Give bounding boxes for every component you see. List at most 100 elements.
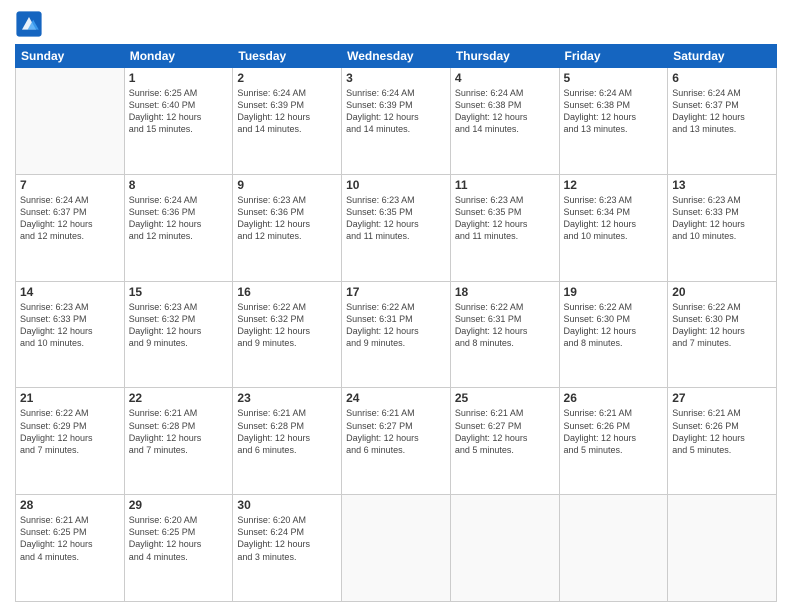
cell-content: Sunrise: 6:21 AM Sunset: 6:27 PM Dayligh…: [346, 407, 446, 456]
calendar-cell: 23 Sunrise: 6:21 AM Sunset: 6:28 PM Dayli…: [233, 388, 342, 495]
calendar-cell: 13Sunrise: 6:23 AM Sunset: 6:33 PM Dayli…: [668, 174, 777, 281]
day-number: 30: [237, 498, 337, 512]
weekday-header-cell: Thursday: [450, 45, 559, 68]
day-number: 22: [129, 391, 229, 405]
cell-content: Sunrise: 6:21 AM Sunset: 6:28 PM Dayligh…: [129, 407, 229, 456]
cell-content: Sunrise: 6:21 AM Sunset: 6:26 PM Dayligh…: [672, 407, 772, 456]
cell-content: Sunrise: 6:24 AM Sunset: 6:38 PM Dayligh…: [564, 87, 664, 136]
calendar-week-row: 1Sunrise: 6:25 AM Sunset: 6:40 PM Daylig…: [16, 68, 777, 175]
calendar-cell: 2 Sunrise: 6:24 AM Sunset: 6:39 PM Daylig…: [233, 68, 342, 175]
calendar-cell: [16, 68, 125, 175]
weekday-header-cell: Wednesday: [342, 45, 451, 68]
calendar-table: SundayMondayTuesdayWednesdayThursdayFrid…: [15, 44, 777, 602]
day-number: 18: [455, 285, 555, 299]
calendar-cell: 25 Sunrise: 6:21 AM Sunset: 6:27 PM Dayli…: [450, 388, 559, 495]
calendar-cell: 22 Sunrise: 6:21 AM Sunset: 6:28 PM Dayli…: [124, 388, 233, 495]
cell-content: Sunrise: 6:23 AM Sunset: 6:34 PM Dayligh…: [564, 194, 664, 243]
cell-content: Sunrise: 6:24 AM Sunset: 6:39 PM Dayligh…: [346, 87, 446, 136]
calendar-cell: 14 Sunrise: 6:23 AM Sunset: 6:33 PM Dayli…: [16, 281, 125, 388]
calendar-cell: 1Sunrise: 6:25 AM Sunset: 6:40 PM Daylig…: [124, 68, 233, 175]
weekday-header-cell: Saturday: [668, 45, 777, 68]
calendar-cell: 24Sunrise: 6:21 AM Sunset: 6:27 PM Dayli…: [342, 388, 451, 495]
day-number: 17: [346, 285, 446, 299]
calendar-cell: 6 Sunrise: 6:24 AM Sunset: 6:37 PM Daylig…: [668, 68, 777, 175]
calendar-cell: 21Sunrise: 6:22 AM Sunset: 6:29 PM Dayli…: [16, 388, 125, 495]
calendar-cell: 12 Sunrise: 6:23 AM Sunset: 6:34 PM Dayli…: [559, 174, 668, 281]
day-number: 26: [564, 391, 664, 405]
calendar-cell: [668, 495, 777, 602]
calendar-week-row: 28 Sunrise: 6:21 AM Sunset: 6:25 PM Dayli…: [16, 495, 777, 602]
weekday-header-cell: Monday: [124, 45, 233, 68]
calendar-cell: 30 Sunrise: 6:20 AM Sunset: 6:24 PM Dayli…: [233, 495, 342, 602]
day-number: 19: [564, 285, 664, 299]
cell-content: Sunrise: 6:24 AM Sunset: 6:37 PM Dayligh…: [20, 194, 120, 243]
day-number: 3: [346, 71, 446, 85]
day-number: 10: [346, 178, 446, 192]
page: SundayMondayTuesdayWednesdayThursdayFrid…: [0, 0, 792, 612]
cell-content: Sunrise: 6:24 AM Sunset: 6:36 PM Dayligh…: [129, 194, 229, 243]
calendar-cell: 4 Sunrise: 6:24 AM Sunset: 6:38 PM Daylig…: [450, 68, 559, 175]
calendar-cell: 19 Sunrise: 6:22 AM Sunset: 6:30 PM Dayli…: [559, 281, 668, 388]
cell-content: Sunrise: 6:24 AM Sunset: 6:39 PM Dayligh…: [237, 87, 337, 136]
day-number: 11: [455, 178, 555, 192]
day-number: 2: [237, 71, 337, 85]
cell-content: Sunrise: 6:21 AM Sunset: 6:25 PM Dayligh…: [20, 514, 120, 563]
cell-content: Sunrise: 6:24 AM Sunset: 6:38 PM Dayligh…: [455, 87, 555, 136]
calendar-cell: 29Sunrise: 6:20 AM Sunset: 6:25 PM Dayli…: [124, 495, 233, 602]
calendar-week-row: 7 Sunrise: 6:24 AM Sunset: 6:37 PM Daylig…: [16, 174, 777, 281]
calendar-cell: 26 Sunrise: 6:21 AM Sunset: 6:26 PM Dayli…: [559, 388, 668, 495]
calendar-cell: 17 Sunrise: 6:22 AM Sunset: 6:31 PM Dayli…: [342, 281, 451, 388]
cell-content: Sunrise: 6:23 AM Sunset: 6:32 PM Dayligh…: [129, 301, 229, 350]
calendar-cell: 3 Sunrise: 6:24 AM Sunset: 6:39 PM Daylig…: [342, 68, 451, 175]
calendar-cell: 28 Sunrise: 6:21 AM Sunset: 6:25 PM Dayli…: [16, 495, 125, 602]
calendar-cell: [342, 495, 451, 602]
day-number: 4: [455, 71, 555, 85]
cell-content: Sunrise: 6:23 AM Sunset: 6:33 PM Dayligh…: [20, 301, 120, 350]
day-number: 16: [237, 285, 337, 299]
calendar-cell: 10 Sunrise: 6:23 AM Sunset: 6:35 PM Dayli…: [342, 174, 451, 281]
day-number: 28: [20, 498, 120, 512]
cell-content: Sunrise: 6:23 AM Sunset: 6:33 PM Dayligh…: [672, 194, 772, 243]
cell-content: Sunrise: 6:21 AM Sunset: 6:26 PM Dayligh…: [564, 407, 664, 456]
calendar-week-row: 14 Sunrise: 6:23 AM Sunset: 6:33 PM Dayli…: [16, 281, 777, 388]
day-number: 14: [20, 285, 120, 299]
day-number: 29: [129, 498, 229, 512]
calendar-cell: 5 Sunrise: 6:24 AM Sunset: 6:38 PM Daylig…: [559, 68, 668, 175]
calendar-cell: 18 Sunrise: 6:22 AM Sunset: 6:31 PM Dayli…: [450, 281, 559, 388]
day-number: 25: [455, 391, 555, 405]
cell-content: Sunrise: 6:22 AM Sunset: 6:30 PM Dayligh…: [672, 301, 772, 350]
logo: [15, 10, 45, 38]
cell-content: Sunrise: 6:22 AM Sunset: 6:31 PM Dayligh…: [346, 301, 446, 350]
weekday-header-row: SundayMondayTuesdayWednesdayThursdayFrid…: [16, 45, 777, 68]
cell-content: Sunrise: 6:24 AM Sunset: 6:37 PM Dayligh…: [672, 87, 772, 136]
cell-content: Sunrise: 6:23 AM Sunset: 6:35 PM Dayligh…: [455, 194, 555, 243]
day-number: 6: [672, 71, 772, 85]
weekday-header-cell: Friday: [559, 45, 668, 68]
cell-content: Sunrise: 6:23 AM Sunset: 6:36 PM Dayligh…: [237, 194, 337, 243]
day-number: 5: [564, 71, 664, 85]
calendar-cell: 8 Sunrise: 6:24 AM Sunset: 6:36 PM Daylig…: [124, 174, 233, 281]
weekday-header-cell: Tuesday: [233, 45, 342, 68]
day-number: 9: [237, 178, 337, 192]
calendar-cell: 9 Sunrise: 6:23 AM Sunset: 6:36 PM Daylig…: [233, 174, 342, 281]
calendar-cell: 7 Sunrise: 6:24 AM Sunset: 6:37 PM Daylig…: [16, 174, 125, 281]
cell-content: Sunrise: 6:22 AM Sunset: 6:32 PM Dayligh…: [237, 301, 337, 350]
cell-content: Sunrise: 6:23 AM Sunset: 6:35 PM Dayligh…: [346, 194, 446, 243]
day-number: 21: [20, 391, 120, 405]
day-number: 23: [237, 391, 337, 405]
cell-content: Sunrise: 6:20 AM Sunset: 6:24 PM Dayligh…: [237, 514, 337, 563]
weekday-header-cell: Sunday: [16, 45, 125, 68]
day-number: 8: [129, 178, 229, 192]
calendar-cell: 11 Sunrise: 6:23 AM Sunset: 6:35 PM Dayli…: [450, 174, 559, 281]
calendar-body: 1Sunrise: 6:25 AM Sunset: 6:40 PM Daylig…: [16, 68, 777, 602]
day-number: 12: [564, 178, 664, 192]
calendar-week-row: 21Sunrise: 6:22 AM Sunset: 6:29 PM Dayli…: [16, 388, 777, 495]
cell-content: Sunrise: 6:21 AM Sunset: 6:27 PM Dayligh…: [455, 407, 555, 456]
cell-content: Sunrise: 6:21 AM Sunset: 6:28 PM Dayligh…: [237, 407, 337, 456]
cell-content: Sunrise: 6:22 AM Sunset: 6:30 PM Dayligh…: [564, 301, 664, 350]
cell-content: Sunrise: 6:22 AM Sunset: 6:31 PM Dayligh…: [455, 301, 555, 350]
day-number: 7: [20, 178, 120, 192]
calendar-cell: 15 Sunrise: 6:23 AM Sunset: 6:32 PM Dayli…: [124, 281, 233, 388]
day-number: 15: [129, 285, 229, 299]
day-number: 27: [672, 391, 772, 405]
